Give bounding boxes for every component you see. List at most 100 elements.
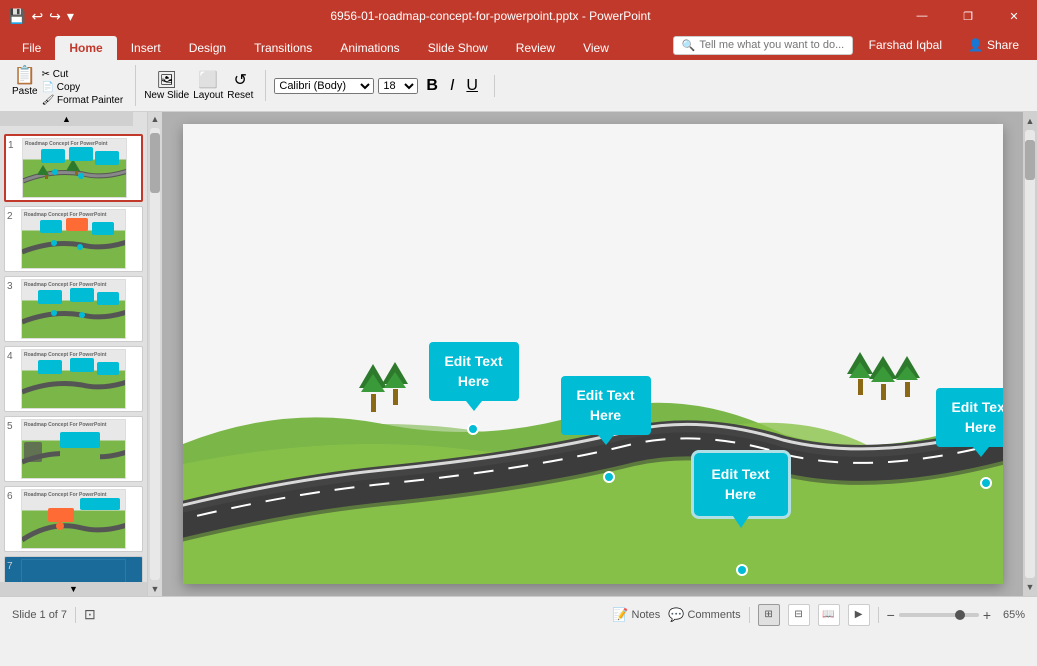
font-select[interactable]: Calibri (Body): [274, 78, 374, 94]
redo-icon[interactable]: ↪: [49, 8, 61, 25]
zoom-controls: − + 65%: [887, 607, 1025, 623]
slides-panel: ▲ 1: [0, 112, 148, 596]
vscroll-track: [1025, 130, 1035, 578]
clipboard-group: 📋 Paste ✂ Cut 📄 Copy 🖌 Format Painter: [12, 65, 136, 106]
statusbar-right: 📝 Notes 💬 Comments ⊞ ⊟ 📖 ▶ − + 65%: [612, 604, 1025, 626]
window-controls: — ❐ ✕: [899, 0, 1037, 32]
vscroll-thumb[interactable]: [1025, 140, 1035, 180]
zoom-slider[interactable]: [899, 613, 979, 617]
copy-btn[interactable]: 📄 Copy: [42, 82, 124, 93]
title-bar: 💾 ↩ ↪ ▾ 6956-01-roadmap-concept-for-powe…: [0, 0, 1037, 32]
notes-icon: 📝: [612, 607, 628, 623]
tab-file[interactable]: File: [8, 36, 55, 60]
notes-label: Notes: [632, 609, 661, 621]
font-group: Calibri (Body) 18 B I U: [274, 75, 495, 97]
tab-review[interactable]: Review: [502, 36, 569, 60]
cut-btn[interactable]: ✂ Cut: [42, 69, 124, 80]
callout-dot-1: [467, 423, 479, 435]
tab-design[interactable]: Design: [175, 36, 240, 60]
format-painter-btn[interactable]: 🖌 Format Painter: [42, 95, 124, 106]
sidebar-vscroll-up[interactable]: ▲: [148, 112, 162, 126]
divider-1: [75, 607, 76, 623]
comments-btn[interactable]: 💬 Comments: [668, 607, 740, 623]
share-button[interactable]: 👤 Share: [958, 34, 1029, 56]
slide-svg: [183, 124, 1003, 584]
normal-view-btn[interactable]: ⊞: [758, 604, 780, 626]
callout-dot-4: [980, 477, 992, 489]
new-slide-btn[interactable]: 🖼 New Slide: [144, 70, 189, 101]
user-area: Farshad Iqbal: [861, 38, 950, 52]
sidebar-scroll-thumb[interactable]: [150, 133, 160, 193]
slide-canvas-area: Roadmap Concept for PowerPoint: [162, 112, 1023, 596]
slide-thumb-4[interactable]: 4 Roadmap Concept For PowerPoint: [4, 346, 143, 412]
sidebar-vscroll-down[interactable]: ▼: [148, 582, 162, 596]
slide-sorter-btn[interactable]: ⊟: [788, 604, 810, 626]
slide-thumb-1[interactable]: 1: [4, 134, 143, 202]
tab-home[interactable]: Home: [55, 36, 116, 60]
reading-view-btn[interactable]: 📖: [818, 604, 840, 626]
search-input[interactable]: [699, 39, 843, 51]
tab-insert[interactable]: Insert: [117, 36, 175, 60]
slides-group: 🖼 New Slide ⬜ Layout ↺ Reset: [144, 70, 266, 101]
slide-thumb-3[interactable]: 3 Roadmap Concept For PowerPoint: [4, 276, 143, 342]
slide-count: Slide 1 of 7: [12, 609, 67, 621]
layout-btn[interactable]: ⬜ Layout: [193, 70, 223, 101]
ribbon-tabs: File Home Insert Design Transitions Anim…: [0, 32, 1037, 60]
notes-btn[interactable]: 📝 Notes: [612, 607, 660, 623]
callout-1-text: Edit TextHere: [444, 353, 502, 389]
customize-icon[interactable]: ▾: [67, 8, 74, 25]
callout-2-text: Edit TextHere: [576, 387, 634, 423]
window-title: 6956-01-roadmap-concept-for-powerpoint.p…: [82, 9, 899, 23]
share-icon: 👤: [968, 38, 983, 52]
tab-transitions[interactable]: Transitions: [240, 36, 326, 60]
vscroll-down-btn[interactable]: ▼: [1023, 580, 1037, 594]
callout-3-text: Edit TextHere: [711, 466, 769, 502]
sidebar-scroll-up[interactable]: ▲: [0, 112, 133, 126]
close-button[interactable]: ✕: [991, 0, 1037, 32]
vertical-scrollbar: ▲ ▼: [1023, 112, 1037, 596]
callout-dot-3: [736, 564, 748, 576]
status-bar: Slide 1 of 7 ⊡ 📝 Notes 💬 Comments ⊞ ⊟ 📖 …: [0, 596, 1037, 632]
main-area: ▲ 1: [0, 112, 1037, 596]
ribbon-search[interactable]: 🔍: [673, 36, 853, 55]
restore-button[interactable]: ❐: [945, 0, 991, 32]
main-slide[interactable]: Roadmap Concept for PowerPoint: [183, 124, 1003, 584]
zoom-in-btn[interactable]: +: [983, 607, 991, 623]
callout-1[interactable]: Edit TextHere: [429, 342, 519, 401]
italic-btn[interactable]: I: [446, 75, 458, 97]
slide-thumb-2[interactable]: 2 Roadmap Concept For PowerPoint: [4, 206, 143, 272]
user-name: Farshad Iqbal: [869, 38, 942, 52]
ribbon-bar: 📋 Paste ✂ Cut 📄 Copy 🖌 Format Painter 🖼 …: [0, 60, 1037, 112]
sidebar-scrollbar: ▲ ▼: [148, 112, 162, 596]
vscroll-up-btn[interactable]: ▲: [1023, 114, 1037, 128]
underline-btn[interactable]: U: [462, 75, 482, 97]
comments-icon: 💬: [668, 607, 684, 623]
save-icon[interactable]: 💾: [8, 8, 25, 25]
zoom-percent: 65%: [995, 609, 1025, 621]
divider-2: [749, 607, 750, 623]
zoom-out-btn[interactable]: −: [887, 607, 895, 623]
slideshow-btn[interactable]: ▶: [848, 604, 870, 626]
sidebar-scroll-track: [150, 128, 160, 580]
tab-animations[interactable]: Animations: [326, 36, 413, 60]
callout-3[interactable]: Edit TextHere: [691, 450, 791, 519]
divider-3: [878, 607, 879, 623]
comments-label: Comments: [687, 609, 740, 621]
reset-btn[interactable]: ↺ Reset: [227, 70, 253, 101]
slide-thumb-6[interactable]: 6 Roadmap Concept For PowerPoint: [4, 486, 143, 552]
bold-btn[interactable]: B: [422, 75, 442, 97]
fit-slide-icon[interactable]: ⊡: [84, 606, 96, 623]
quick-access-toolbar: 💾 ↩ ↪ ▾: [0, 8, 82, 25]
search-icon: 🔍: [682, 39, 696, 52]
zoom-thumb[interactable]: [955, 610, 965, 620]
tab-slideshow[interactable]: Slide Show: [414, 36, 502, 60]
font-size-select[interactable]: 18: [378, 78, 418, 94]
tab-view[interactable]: View: [569, 36, 623, 60]
minimize-button[interactable]: —: [899, 0, 945, 32]
sidebar-scroll-down[interactable]: ▼: [0, 582, 147, 596]
undo-icon[interactable]: ↩: [31, 8, 43, 25]
paste-btn[interactable]: 📋 Paste: [12, 65, 38, 106]
slide-thumb-5[interactable]: 5 Roadmap Concept For PowerPoint: [4, 416, 143, 482]
callout-4[interactable]: Edit TextHere: [936, 388, 1003, 447]
callout-2[interactable]: Edit TextHere: [561, 376, 651, 435]
